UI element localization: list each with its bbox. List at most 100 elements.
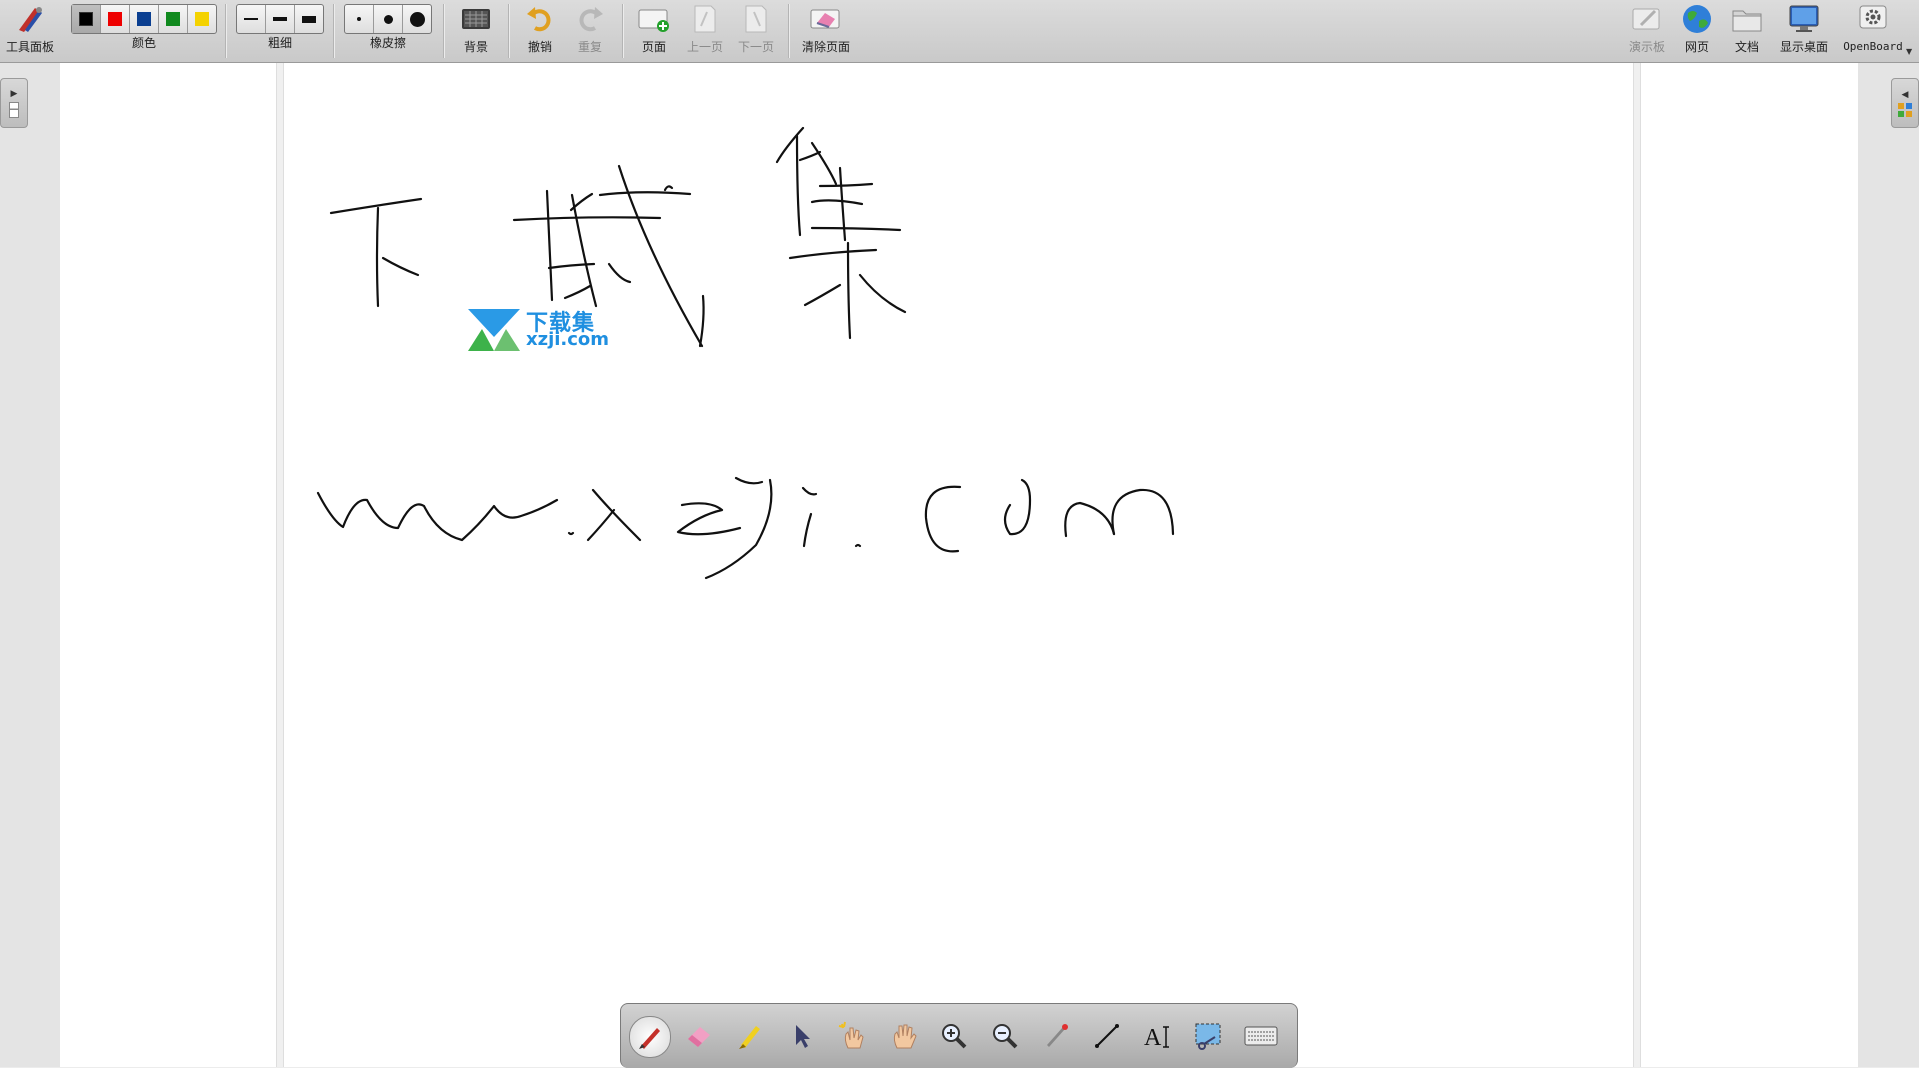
new-page-icon xyxy=(634,0,674,38)
pen-button[interactable] xyxy=(629,1016,671,1058)
eraser-medium-button[interactable] xyxy=(374,5,403,33)
background-label: 背景 xyxy=(463,40,488,54)
right-panel-toggle[interactable]: ◀ xyxy=(1891,78,1919,128)
top-toolbar: 工具面板 颜色 粗细 橡皮擦 背景 撤销 重复 页面 上一页 下一页 清除页面 … xyxy=(0,0,1919,63)
previous-page-button[interactable]: 上一页 xyxy=(681,0,729,62)
next-page-button[interactable]: 下一页 xyxy=(732,0,780,62)
laser-pointer-button[interactable] xyxy=(1036,1016,1076,1056)
show-desktop-button[interactable]: 显示桌面 xyxy=(1776,0,1832,62)
redo-button[interactable]: 重复 xyxy=(566,0,614,62)
left-panel-toggle[interactable]: ▶ xyxy=(0,78,28,128)
board-mode-button[interactable]: 演示板 xyxy=(1622,0,1672,62)
left-margin xyxy=(0,63,60,1067)
toolbar-divider xyxy=(788,4,789,58)
keyboard-icon xyxy=(1244,1026,1278,1046)
undo-icon xyxy=(520,0,560,38)
text-button[interactable]: A xyxy=(1138,1016,1178,1056)
toolbar-divider xyxy=(508,4,509,58)
board-icon xyxy=(1627,0,1667,38)
thickness-medium-button[interactable] xyxy=(266,5,295,33)
eraser-large-button[interactable] xyxy=(403,5,431,33)
next-page-icon xyxy=(736,0,776,38)
highlighter-button[interactable] xyxy=(730,1016,770,1056)
clear-page-icon xyxy=(806,0,846,38)
zoom-in-icon xyxy=(942,1024,967,1049)
clear-page-button[interactable]: 清除页面 xyxy=(796,0,856,62)
redo-label: 重复 xyxy=(577,40,602,54)
color-yellow-button[interactable] xyxy=(188,5,216,33)
eraser-tool-button[interactable] xyxy=(679,1016,719,1056)
highlighter-icon xyxy=(739,1026,760,1049)
text-icon: A xyxy=(1144,1025,1169,1051)
redo-icon xyxy=(570,0,610,38)
toolbar-divider xyxy=(333,4,334,58)
undo-button[interactable]: 撤销 xyxy=(516,0,564,62)
laser-pointer-icon xyxy=(1047,1024,1068,1047)
toolbar-divider xyxy=(622,4,623,58)
documents-button[interactable]: 文档 xyxy=(1723,0,1771,62)
background-icon xyxy=(456,0,496,38)
eraser-icon xyxy=(688,1027,710,1047)
desktop-icon xyxy=(1784,0,1824,38)
thickness-label: 粗细 xyxy=(267,36,292,50)
chevron-down-icon[interactable]: ▼ xyxy=(1906,47,1912,56)
color-group: 颜色 xyxy=(70,0,218,62)
right-margin xyxy=(1858,63,1919,1067)
line-button[interactable] xyxy=(1087,1016,1127,1056)
thickness-group: 粗细 xyxy=(234,0,326,62)
hand-icon xyxy=(893,1024,917,1049)
capture-icon xyxy=(1195,1023,1221,1050)
previous-page-label: 上一页 xyxy=(686,40,723,54)
capture-button[interactable] xyxy=(1189,1016,1229,1056)
logo-icon xyxy=(468,309,520,351)
zoom-out-icon xyxy=(993,1024,1018,1049)
undo-label: 撤销 xyxy=(527,40,552,54)
page-thumbnails-icon xyxy=(9,101,19,118)
tool-panel-icon xyxy=(10,0,50,38)
thickness-thick-button[interactable] xyxy=(295,5,323,33)
eraser-label: 橡皮擦 xyxy=(369,36,406,50)
watermark-logo: 下载集 xzji.com xyxy=(466,305,616,355)
pen-icon xyxy=(639,1028,660,1049)
color-black-button[interactable] xyxy=(72,5,101,33)
pointer-button[interactable] xyxy=(781,1016,821,1056)
color-green-button[interactable] xyxy=(159,5,188,33)
pointer-icon xyxy=(796,1025,810,1048)
hand-button[interactable] xyxy=(883,1016,923,1056)
eraser-group: 橡皮擦 xyxy=(342,0,434,62)
clear-page-label: 清除页面 xyxy=(801,40,850,54)
virtual-keyboard-button[interactable] xyxy=(1241,1016,1281,1056)
next-page-label: 下一页 xyxy=(737,40,774,54)
color-red-button[interactable] xyxy=(101,5,130,33)
web-label: 网页 xyxy=(1684,40,1709,54)
thickness-thin-button[interactable] xyxy=(237,5,266,33)
tool-panel-button[interactable]: 工具面板 xyxy=(4,0,56,62)
new-page-button[interactable]: 页面 xyxy=(630,0,678,62)
zoom-out-button[interactable] xyxy=(985,1016,1025,1056)
previous-page-icon xyxy=(685,0,725,38)
openboard-menu-button[interactable]: OpenBoard xyxy=(1838,0,1908,62)
tool-panel-label: 工具面板 xyxy=(5,40,54,54)
svg-text:A: A xyxy=(1144,1025,1162,1051)
watermark-url: xzji.com xyxy=(526,329,610,350)
stylus-palette: A xyxy=(620,1003,1298,1068)
interact-button[interactable] xyxy=(832,1016,872,1056)
web-button[interactable]: 网页 xyxy=(1673,0,1721,62)
chevron-left-icon: ◀ xyxy=(1901,89,1909,100)
gear-icon xyxy=(1853,0,1893,38)
new-page-label: 页面 xyxy=(641,40,666,54)
toolbar-divider xyxy=(443,4,444,58)
magic-hand-icon xyxy=(838,1021,864,1049)
color-blue-button[interactable] xyxy=(130,5,159,33)
globe-icon xyxy=(1677,0,1717,38)
whiteboard-canvas[interactable] xyxy=(60,63,1858,1067)
zoom-in-button[interactable] xyxy=(934,1016,974,1056)
background-button[interactable]: 背景 xyxy=(452,0,500,62)
eraser-small-button[interactable] xyxy=(345,5,374,33)
page-border-right xyxy=(1633,63,1641,1067)
color-label: 颜色 xyxy=(131,36,156,50)
eraser-size-selector xyxy=(344,4,432,34)
library-icon xyxy=(1898,102,1912,117)
chevron-right-icon: ▶ xyxy=(10,88,18,99)
thickness-selector xyxy=(236,4,324,34)
